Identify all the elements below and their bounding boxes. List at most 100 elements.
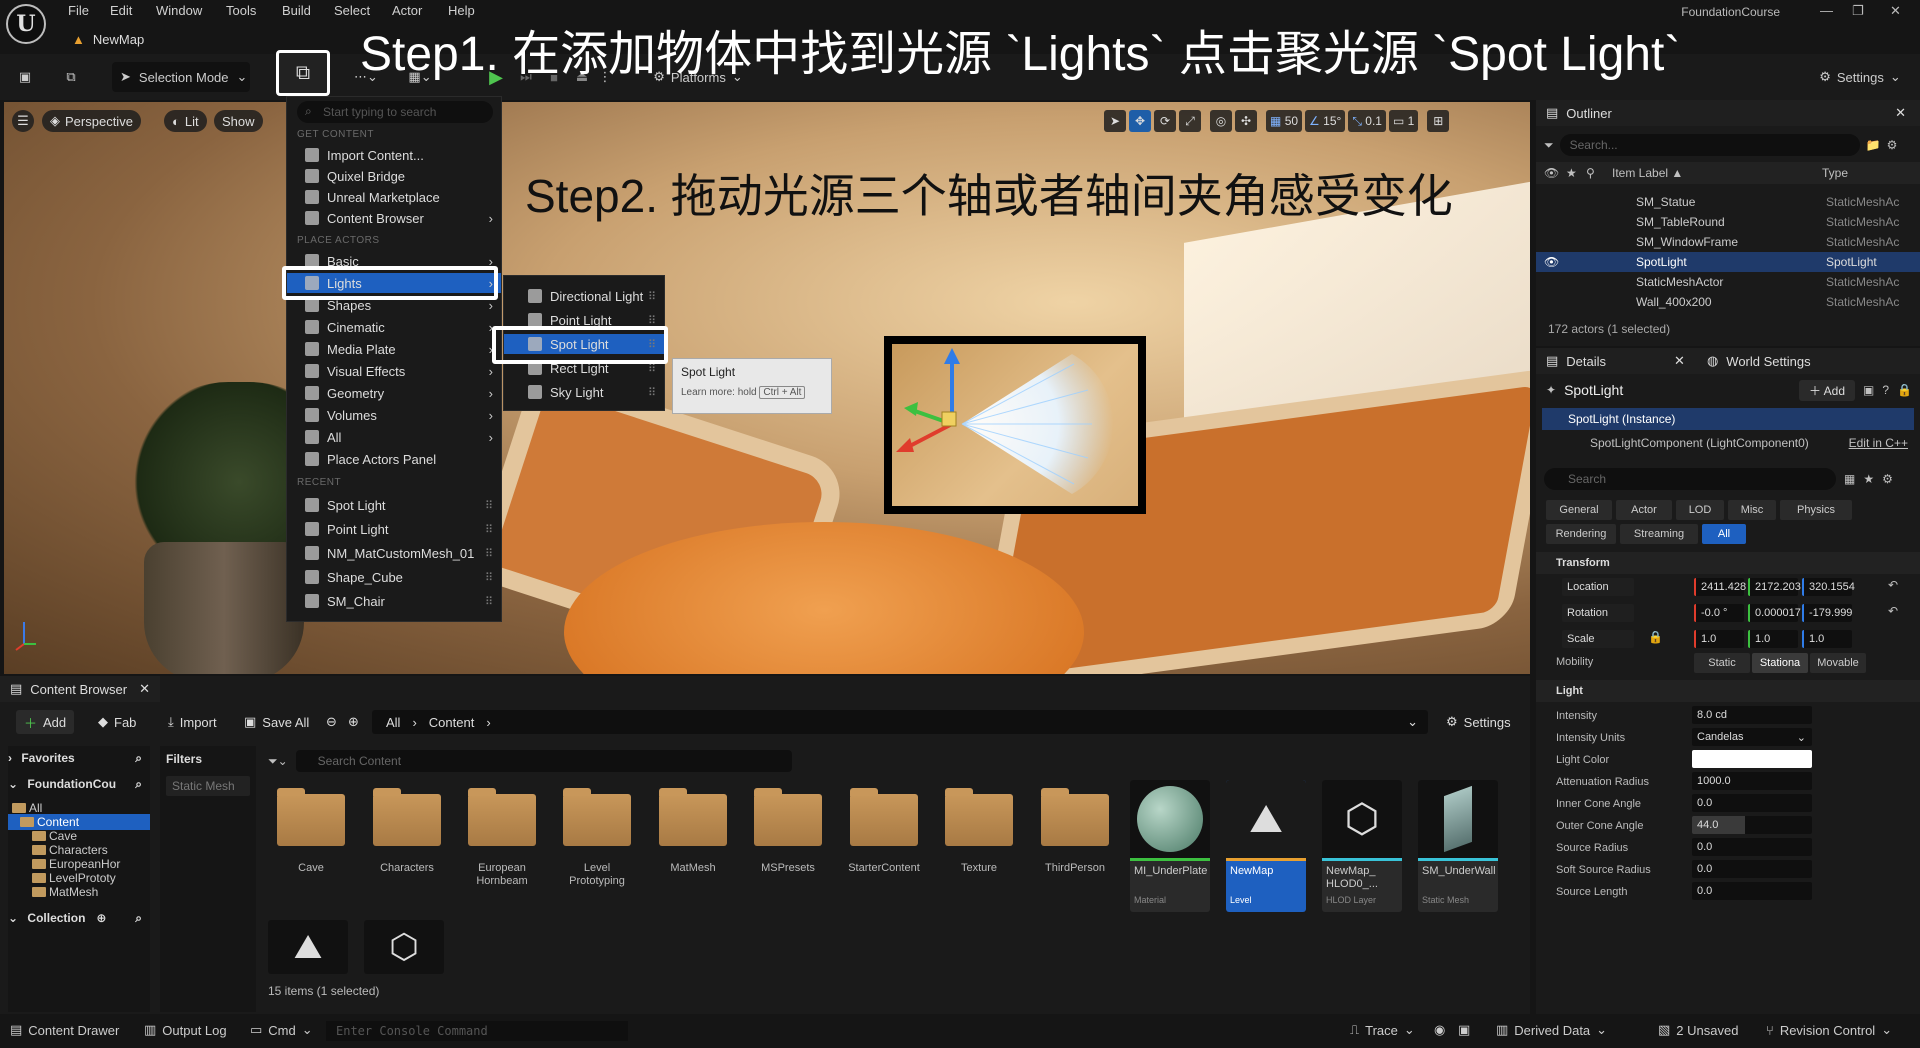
menu-all[interactable]: All › — [287, 427, 501, 447]
minimize-icon[interactable]: — — [1820, 3, 1833, 18]
filter-chip-static-mesh[interactable]: Static Mesh — [166, 776, 250, 796]
drag-handle-icon[interactable]: ⠿ — [648, 314, 656, 327]
search-icon[interactable]: ⌕ — [135, 751, 142, 766]
outliner-row-selected[interactable]: 👁 SpotLight SpotLight — [1536, 252, 1920, 272]
add-component-button[interactable]: ＋ Add — [1798, 379, 1856, 401]
favorites-header[interactable]: › Favorites ⌕ — [8, 750, 150, 766]
soft-source-radius-field[interactable]: 0.0 — [1692, 860, 1812, 878]
menu-place-actors-panel[interactable]: Place Actors Panel — [287, 449, 501, 469]
outliner-row[interactable]: SM_Statue StaticMeshAc — [1536, 192, 1920, 212]
menu-edit[interactable]: Edit — [110, 3, 132, 18]
location-x-field[interactable]: 2411.428 — [1694, 578, 1746, 596]
add-collection-icon[interactable]: ⊕ — [96, 911, 106, 925]
show-button[interactable]: Show — [214, 110, 263, 132]
filter-all[interactable]: All — [1702, 524, 1746, 544]
menu-quixel-bridge[interactable]: Quixel Bridge — [287, 166, 501, 186]
menu-media-plate[interactable]: Media Plate › — [287, 339, 501, 359]
settings-button[interactable]: ⚙ Settings ⌄ — [1806, 62, 1914, 92]
filter-streaming[interactable]: Streaming — [1620, 524, 1698, 544]
lock-icon[interactable]: 🔒 — [1897, 383, 1912, 397]
outliner-row[interactable]: StaticMeshActor StaticMeshAc — [1536, 272, 1920, 292]
folder-startercontent[interactable]: StarterContent — [843, 780, 925, 910]
asset-level-partial[interactable]: ⛰ — [268, 920, 348, 974]
star-icon[interactable]: ★ — [1863, 472, 1874, 486]
level-tab[interactable]: ▲ NewMap — [60, 24, 300, 54]
outliner-row[interactable]: SM_TableRound StaticMeshAc — [1536, 212, 1920, 232]
search-icon[interactable]: ⌕ — [135, 777, 142, 792]
help-icon[interactable]: ? — [1882, 383, 1889, 397]
maximize-viewport-icon[interactable]: ⊞ — [1427, 110, 1450, 132]
recent-nm-matcustommesh[interactable]: NM_MatCustomMesh_01 ⠿ — [287, 543, 501, 563]
mobility-static[interactable]: Static — [1694, 653, 1750, 673]
screenshot-icon[interactable]: ▣ — [1458, 1022, 1470, 1038]
close-icon[interactable]: ✕ — [139, 681, 150, 697]
column-type[interactable]: Type — [1822, 166, 1848, 180]
transform-section-header[interactable]: Transform — [1536, 552, 1920, 574]
trace-button[interactable]: ⎍ Trace ⌄ — [1350, 1022, 1415, 1038]
menu-sky-light[interactable]: Sky Light ⠿ — [504, 382, 664, 402]
menu-volumes[interactable]: Volumes › — [287, 405, 501, 425]
menu-import-content[interactable]: Import Content... — [287, 145, 501, 165]
translate-tool-icon[interactable]: ✥ — [1129, 110, 1151, 132]
rotation-dropdown[interactable]: Rotation — [1562, 604, 1634, 622]
filter-lod[interactable]: LOD — [1676, 500, 1724, 520]
menu-directional-light[interactable]: Directional Light ⠿ — [504, 286, 664, 306]
component-instance-row[interactable]: SpotLight (Instance) — [1542, 408, 1914, 430]
folder-characters[interactable]: Characters — [366, 780, 448, 910]
menu-visual-effects[interactable]: Visual Effects › — [287, 361, 501, 381]
add-actor-button[interactable]: ⧉ — [276, 50, 330, 96]
column-item-label[interactable]: Item Label ▲ — [1612, 166, 1683, 180]
select-tool-icon[interactable]: ➤ — [1104, 110, 1126, 132]
folder-texture[interactable]: Texture — [938, 780, 1020, 910]
scale-tool-icon[interactable]: ⤢ — [1179, 110, 1201, 132]
close-icon[interactable]: ✕ — [1890, 3, 1901, 19]
scale-dropdown[interactable]: Scale — [1562, 630, 1634, 648]
asset-sm-underwall[interactable]: SM_UnderWall Static Mesh — [1418, 780, 1498, 912]
project-header[interactable]: ⌄ FoundationCou ⌕ — [8, 776, 150, 792]
cb-settings-button[interactable]: ⚙ Settings — [1438, 710, 1519, 734]
breadcrumb-content[interactable]: Content — [429, 715, 475, 730]
outer-cone-angle-field[interactable]: 44.0 — [1692, 816, 1812, 834]
rotation-z-field[interactable]: -179.999 — [1802, 604, 1852, 622]
menu-unreal-marketplace[interactable]: Unreal Marketplace — [287, 187, 501, 207]
blueprint-icon[interactable]: ▣ — [1863, 383, 1874, 397]
camera-speed-button[interactable]: ▭ 1 — [1388, 110, 1419, 132]
outliner-search-input[interactable]: Search... — [1559, 134, 1860, 156]
location-y-field[interactable]: 2172.203 — [1748, 578, 1801, 596]
menu-cinematic[interactable]: Cinematic › — [287, 317, 501, 337]
reset-icon[interactable]: ↶ — [1888, 604, 1898, 618]
location-dropdown[interactable]: Location — [1562, 578, 1634, 596]
save-icon[interactable]: ▣ — [10, 62, 40, 92]
add-button[interactable]: ＋ Add — [16, 710, 75, 734]
intensity-field[interactable]: 8.0 cd — [1692, 706, 1812, 724]
lock-icon[interactable]: 🔒 — [1648, 630, 1663, 644]
drag-handle-icon[interactable]: ⠿ — [648, 386, 656, 399]
source-radius-field[interactable]: 0.0 — [1692, 838, 1812, 856]
filter-misc[interactable]: Misc — [1728, 500, 1776, 520]
menu-window[interactable]: Window — [156, 3, 202, 18]
restore-icon[interactable]: ❐ — [1852, 3, 1864, 19]
drag-handle-icon[interactable]: ⠿ — [485, 499, 493, 512]
scale-y-field[interactable]: 1.0 — [1748, 630, 1798, 648]
content-browser-tab[interactable]: ▤ Content Browser ✕ — [0, 676, 160, 702]
grid-snap-button[interactable]: ▦ 50 — [1266, 110, 1303, 132]
console-input[interactable]: Enter Console Command — [326, 1021, 628, 1041]
chevron-down-icon[interactable]: ⌄ — [1407, 714, 1418, 730]
folder-level-prototyping[interactable]: Level Prototyping — [556, 780, 638, 910]
save-all-button[interactable]: ▣ Save All — [236, 710, 317, 734]
rotation-y-field[interactable]: 0.000017 — [1748, 604, 1801, 622]
add-folder-icon[interactable]: 📁 — [1866, 138, 1881, 152]
menu-file[interactable]: File — [68, 3, 89, 18]
location-z-field[interactable]: 320.1554 — [1802, 578, 1855, 596]
folder-cave[interactable]: Cave — [270, 780, 352, 910]
folder-mspresets[interactable]: MSPresets — [747, 780, 829, 910]
filter-icon[interactable]: ⏷⌄ — [268, 754, 288, 769]
mobility-stationary[interactable]: Stationa — [1752, 653, 1808, 673]
menu-build[interactable]: Build — [282, 3, 311, 18]
derived-data-button[interactable]: ▥ Derived Data ⌄ — [1496, 1022, 1607, 1038]
recent-spot-light[interactable]: Spot Light ⠿ — [287, 495, 501, 515]
angle-snap-button[interactable]: ∠ 15° — [1305, 110, 1346, 132]
intensity-units-dropdown[interactable]: Candelas ⌄ — [1692, 728, 1812, 746]
light-section-header[interactable]: Light — [1536, 680, 1920, 702]
reset-icon[interactable]: ↶ — [1888, 578, 1898, 592]
